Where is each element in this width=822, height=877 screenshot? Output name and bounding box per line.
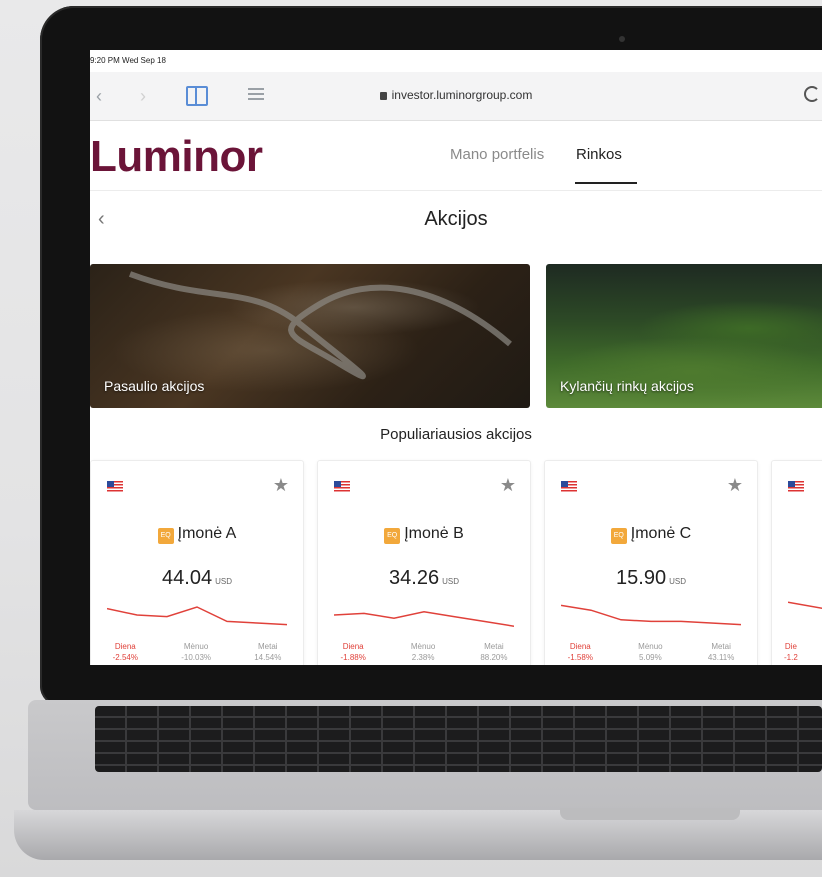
star-icon[interactable]: ★ [500, 475, 516, 496]
company-name: EQ Įmonė B [318, 525, 530, 544]
stat-month: Mėnuo 2.38% [410, 642, 436, 662]
keyboard [95, 706, 822, 772]
url-field[interactable]: investor.luminorgroup.com [90, 88, 822, 102]
section-title: Populiariausios akcijos [380, 426, 532, 443]
status-bar: 9:20 PM Wed Sep 18 [90, 56, 166, 65]
star-icon[interactable]: ★ [273, 475, 289, 496]
us-flag-icon [561, 481, 577, 492]
company-name: EQ Įmonė C [545, 525, 757, 544]
status-time: 9:20 PM [90, 56, 120, 65]
site-header: Luminor Mano portfelis Rinkos [90, 120, 822, 191]
sparkline [788, 601, 822, 610]
us-flag-icon [788, 481, 804, 492]
stat-year: Metai 14.54% [254, 642, 282, 662]
stat-year: Metai 88.20% [480, 642, 508, 662]
sparkline [334, 611, 514, 627]
stat-month: Mėnuo 5.09% [638, 642, 663, 662]
tile-label: Kylančių rinkų akcijos [560, 378, 694, 394]
browser-screen: 9:20 PM Wed Sep 18 ‹ › investor.luminorg… [90, 50, 822, 665]
sparkline [107, 606, 287, 626]
lid-opening-notch [560, 808, 740, 820]
stats-row: Diena -2.54% Mėnuo -10.03% Metai 14.54% [91, 641, 303, 663]
status-date: Wed Sep 18 [122, 56, 166, 65]
stat-day: Diena -1.88% [340, 642, 366, 662]
stats-row: Diena -1.88% Mėnuo 2.38% Metai 88.20% [318, 641, 530, 663]
stats-row: Diena -1.58% Mėnuo 5.09% Metai 43.11% [545, 641, 757, 663]
us-flag-icon [334, 481, 350, 492]
stats-row: Die -1.2 [772, 641, 822, 663]
stat-day: Diena -1.58% [567, 642, 593, 662]
stat-year: Metai 43.11% [707, 642, 735, 662]
address-bar: ‹ › investor.luminorgroup.com [90, 72, 822, 121]
stock-price: 44.04 USD [162, 567, 232, 589]
equity-badge: EQ [610, 528, 627, 544]
page-title: Akcijos [424, 208, 488, 230]
equity-badge: EQ [157, 528, 174, 544]
stock-price: 15.90 USD [616, 567, 686, 589]
stat-day: Diena -2.54% [112, 642, 138, 662]
luminor-logo[interactable]: Luminor [90, 132, 263, 182]
us-flag-icon [107, 481, 123, 492]
reload-icon[interactable] [804, 86, 820, 102]
stat-month: Mėnuo -10.03% [181, 642, 211, 662]
star-icon[interactable]: ★ [727, 475, 743, 496]
laptop-base [0, 672, 822, 877]
sparkline [561, 604, 741, 626]
tab-rinkos[interactable]: Rinkos [576, 146, 622, 163]
company-name: EQ Įmonė A [91, 525, 303, 544]
stat-day: Die -1.2 [784, 642, 798, 662]
equity-badge: EQ [384, 528, 401, 544]
stock-price: 34.26 USD [389, 567, 459, 589]
tile-label: Pasaulio akcijos [104, 378, 205, 394]
tile-world-stocks[interactable]: Pasaulio akcijos [90, 264, 530, 408]
stock-card[interactable]: Die -1.2 [771, 460, 822, 665]
lock-icon [379, 92, 387, 100]
stock-card[interactable]: ★ EQ Įmonė C 15.90 USD Diena -1.58% Mėnuo 5.… [544, 460, 758, 665]
stock-card[interactable]: ★ EQ Įmonė B 34.26 USD Diena -1.88% Mėnuo 2.… [317, 460, 531, 665]
tab-mano-portfelis[interactable]: Mano portfelis [450, 146, 544, 163]
stock-card[interactable]: ★ EQ Įmonė A 44.04 USD Diena -2.54% Mėnuo -1… [90, 460, 304, 665]
url-text: investor.luminorgroup.com [391, 88, 533, 102]
tile-emerging-markets[interactable]: Kylančių rinkų akcijos [546, 264, 822, 408]
active-tab-indicator [575, 182, 637, 184]
camera-icon [619, 36, 625, 42]
